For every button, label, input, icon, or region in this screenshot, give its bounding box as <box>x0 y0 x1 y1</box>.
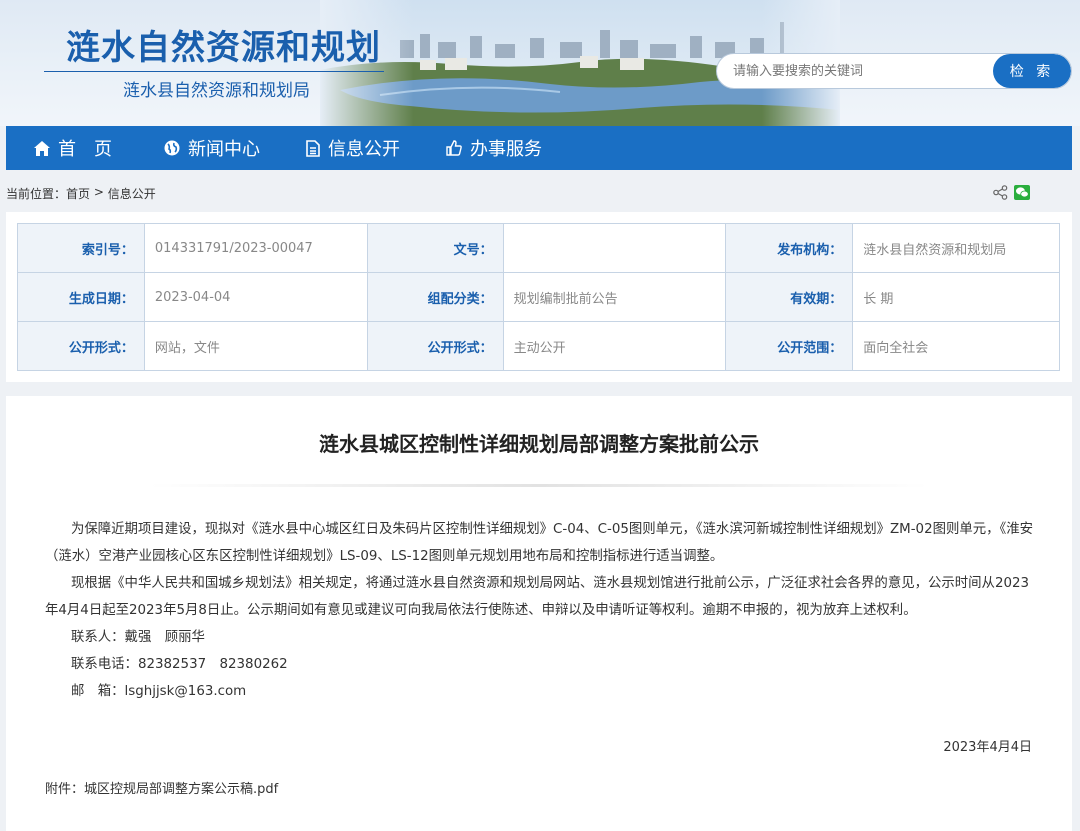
meta-value: 2023-04-04 <box>143 272 368 322</box>
meta-key: 公开形式： <box>366 321 504 371</box>
meta-info-panel: 索引号： 014331791/2023-00047 文号： 发布机构： 涟水县自… <box>6 212 1072 382</box>
publish-date: 2023年4月4日 <box>943 740 1032 755</box>
breadcrumb-home-link[interactable]: 首页 <box>66 185 90 202</box>
nav-item-info[interactable]: 信息公开 <box>306 126 446 170</box>
meta-key: 索引号： <box>17 223 145 273</box>
meta-value: 主动公开 <box>502 321 727 371</box>
nav-item-label: 办事服务 <box>470 139 542 160</box>
contact-phone: 联系电话：82382537 82380262 <box>71 657 288 672</box>
contact-person: 联系人：戴强 顾丽华 <box>71 630 205 645</box>
nav-item-label: 信息公开 <box>328 139 400 160</box>
breadcrumb-current[interactable]: 信息公开 <box>108 185 156 202</box>
nav-item-label: 首 页 <box>58 139 112 160</box>
share-icon[interactable] <box>993 185 1008 200</box>
search-input[interactable] <box>717 54 997 88</box>
table-row: 生成日期： 2023-04-04 组配分类： 规划编制批前公告 有效期： 长 期 <box>17 272 1060 322</box>
title-divider <box>149 484 929 487</box>
meta-value: 014331791/2023-00047 <box>143 223 368 273</box>
thumbs-up-icon <box>446 140 462 156</box>
meta-value: 长 期 <box>852 272 1060 322</box>
title-divider <box>44 71 384 72</box>
meta-value: 规划编制批前公告 <box>502 272 727 322</box>
search-button[interactable]: 检 索 <box>993 54 1071 88</box>
article-paragraph: 现根据《中华人民共和国城乡规划法》相关规定，将通过涟水县自然资源和规划局网站、涟… <box>45 576 1030 618</box>
meta-value: 面向全社会 <box>852 321 1060 371</box>
site-title: 涟水自然资源和规划 <box>66 28 381 68</box>
share-tools <box>993 185 1030 200</box>
article: 涟水县城区控制性详细规划局部调整方案批前公示 为保障近期项目建设，现拟对《涟水县… <box>6 396 1072 831</box>
meta-key: 公开形式： <box>17 321 145 371</box>
contact-email: 邮 箱：lsghjjsk@163.com <box>71 684 247 699</box>
site-subtitle: 涟水县自然资源和规划局 <box>123 81 310 101</box>
document-icon <box>306 139 320 157</box>
meta-key: 组配分类： <box>366 272 504 322</box>
attachment-label: 附件： <box>45 782 85 797</box>
nav-item-news[interactable]: 新闻中心 <box>164 126 306 170</box>
meta-key: 发布机构： <box>725 223 854 273</box>
home-icon <box>34 140 50 156</box>
meta-value <box>502 223 727 273</box>
article-paragraph: 为保障近期项目建设，现拟对《涟水县中心城区红日及朱码片区控制性详细规划》C-04… <box>45 522 1034 564</box>
meta-key: 生成日期： <box>17 272 145 322</box>
site-header: 涟水自然资源和规划 涟水县自然资源和规划局 检 索 <box>0 0 1080 126</box>
attachment-link[interactable]: 城区控规局部调整方案公示稿.pdf <box>84 782 278 797</box>
nav-item-label: 新闻中心 <box>188 139 260 160</box>
meta-key: 有效期： <box>725 272 854 322</box>
meta-key: 公开范围： <box>725 321 854 371</box>
globe-icon <box>164 140 180 156</box>
breadcrumb-separator: > <box>90 185 108 199</box>
attachment: 附件：城区控规局部调整方案公示稿.pdf <box>45 778 278 797</box>
table-row: 索引号： 014331791/2023-00047 文号： 发布机构： 涟水县自… <box>17 223 1060 273</box>
table-row: 公开形式： 网站，文件 公开形式： 主动公开 公开范围： 面向全社会 <box>17 321 1060 371</box>
breadcrumb: 当前位置： 首页 > 信息公开 <box>6 185 156 202</box>
wechat-icon[interactable] <box>1014 185 1030 200</box>
article-title: 涟水县城区控制性详细规划局部调整方案批前公示 <box>319 432 759 456</box>
meta-value: 网站，文件 <box>143 321 368 371</box>
nav-item-service[interactable]: 办事服务 <box>446 126 586 170</box>
search-box: 检 索 <box>716 53 1072 89</box>
article-body: 为保障近期项目建设，现拟对《涟水县中心城区红日及朱码片区控制性详细规划》C-04… <box>45 516 1035 705</box>
meta-value: 涟水县自然资源和规划局 <box>852 223 1060 273</box>
nav-item-home[interactable]: 首 页 <box>34 126 164 170</box>
meta-key: 文号： <box>366 223 504 273</box>
breadcrumb-prefix: 当前位置： <box>6 187 67 201</box>
meta-info-table: 索引号： 014331791/2023-00047 文号： 发布机构： 涟水县自… <box>17 223 1060 371</box>
main-nav: 首 页 新闻中心 信息公开 办事服务 <box>6 126 1072 170</box>
